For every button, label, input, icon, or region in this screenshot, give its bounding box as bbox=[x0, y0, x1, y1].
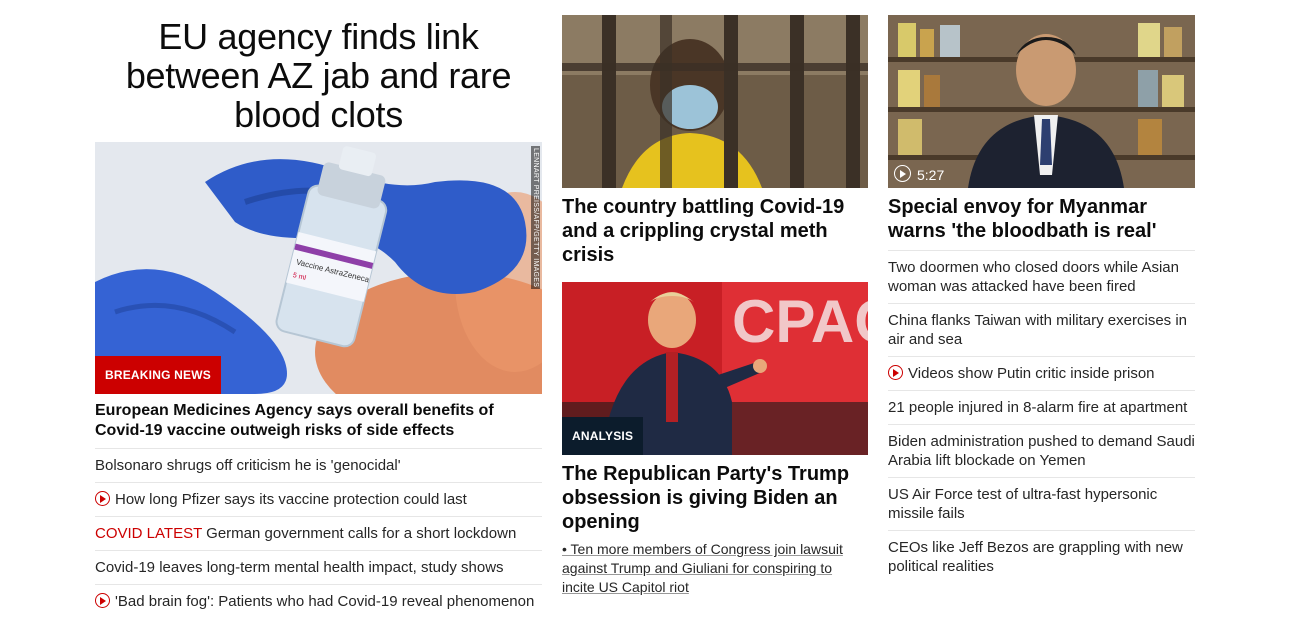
right-links-list: Two doormen who closed doors while Asian… bbox=[888, 250, 1195, 583]
list-item[interactable]: China flanks Taiwan with military exerci… bbox=[888, 303, 1195, 356]
list-item[interactable]: COVID LATEST German government calls for… bbox=[95, 516, 542, 550]
list-item[interactable]: US Air Force test of ultra-fast hyperson… bbox=[888, 477, 1195, 530]
link-text: Biden administration pushed to demand Sa… bbox=[888, 433, 1195, 469]
meth-story-image[interactable] bbox=[562, 15, 868, 188]
list-item[interactable]: 21 people injured in 8-alarm fire at apa… bbox=[888, 390, 1195, 424]
link-text: 'Bad brain fog': Patients who had Covid-… bbox=[115, 593, 535, 610]
list-item[interactable]: Videos show Putin critic inside prison bbox=[888, 356, 1195, 390]
list-item[interactable]: How long Pfizer says its vaccine protect… bbox=[95, 482, 542, 516]
link-text: 21 people injured in 8-alarm fire at apa… bbox=[888, 399, 1188, 416]
list-item[interactable]: Biden administration pushed to demand Sa… bbox=[888, 424, 1195, 477]
link-text: Videos show Putin critic inside prison bbox=[908, 365, 1155, 382]
play-icon bbox=[894, 165, 911, 182]
lead-story: EU agency finds link between AZ jab and … bbox=[95, 15, 542, 610]
list-item[interactable]: 'Bad brain fog': Patients who had Covid-… bbox=[95, 584, 542, 618]
list-item[interactable]: CEOs like Jeff Bezos are grappling with … bbox=[888, 530, 1195, 583]
trump-story-headline[interactable]: The Republican Party's Trump obsession i… bbox=[562, 462, 868, 534]
link-text: China flanks Taiwan with military exerci… bbox=[888, 312, 1188, 348]
prison-bars-illustration bbox=[562, 15, 868, 188]
myanmar-envoy-video[interactable]: 5:27 bbox=[888, 15, 1195, 188]
lead-title[interactable]: EU agency finds link between AZ jab and … bbox=[95, 17, 542, 134]
envoy-headline[interactable]: Special envoy for Myanmar warns 'the blo… bbox=[888, 195, 1195, 243]
cpac-backdrop-text: CPAC 20 bbox=[732, 288, 868, 355]
link-text: Two doormen who closed doors while Asian… bbox=[888, 259, 1179, 295]
link-text: Covid-19 leaves long-term mental health … bbox=[95, 559, 504, 576]
video-duration: 5:27 bbox=[894, 165, 944, 183]
analysis-badge: ANALYSIS bbox=[562, 417, 644, 455]
play-icon bbox=[95, 491, 110, 506]
meth-story-headline[interactable]: The country battling Covid-19 and a crip… bbox=[562, 195, 868, 267]
envoy-bookshelf-illustration bbox=[888, 15, 1195, 188]
play-icon bbox=[888, 365, 903, 380]
lead-image[interactable]: Vaccine AstraZeneca 5 ml LENNART PREISS/… bbox=[95, 142, 542, 394]
list-item[interactable]: Covid-19 leaves long-term mental health … bbox=[95, 550, 542, 584]
link-text: How long Pfizer says its vaccine protect… bbox=[115, 491, 467, 508]
link-text: US Air Force test of ultra-fast hyperson… bbox=[888, 486, 1158, 522]
image-credit: LENNART PREISS/AFP/GETTY IMAGES bbox=[531, 146, 540, 290]
lead-headline-link[interactable]: European Medicines Agency says overall b… bbox=[95, 401, 542, 441]
congress-lawsuit-link[interactable]: • Ten more members of Congress join laws… bbox=[562, 540, 862, 597]
list-item[interactable]: Two doormen who closed doors while Asian… bbox=[888, 250, 1195, 303]
lead-related-list: Bolsonaro shrugs off criticism he is 'ge… bbox=[95, 448, 542, 618]
breaking-news-badge: BREAKING NEWS bbox=[95, 356, 221, 394]
link-text: CEOs like Jeff Bezos are grappling with … bbox=[888, 539, 1183, 575]
link-text: German government calls for a short lock… bbox=[201, 525, 517, 542]
list-item[interactable]: Bolsonaro shrugs off criticism he is 'ge… bbox=[95, 448, 542, 482]
link-text: Bolsonaro shrugs off criticism he is 'ge… bbox=[95, 457, 401, 474]
duration-text: 5:27 bbox=[917, 167, 945, 183]
covid-latest-label: COVID LATEST bbox=[95, 525, 202, 542]
play-icon bbox=[95, 593, 110, 608]
trump-story-image[interactable]: CPAC 20 ANALYSIS bbox=[562, 282, 868, 455]
